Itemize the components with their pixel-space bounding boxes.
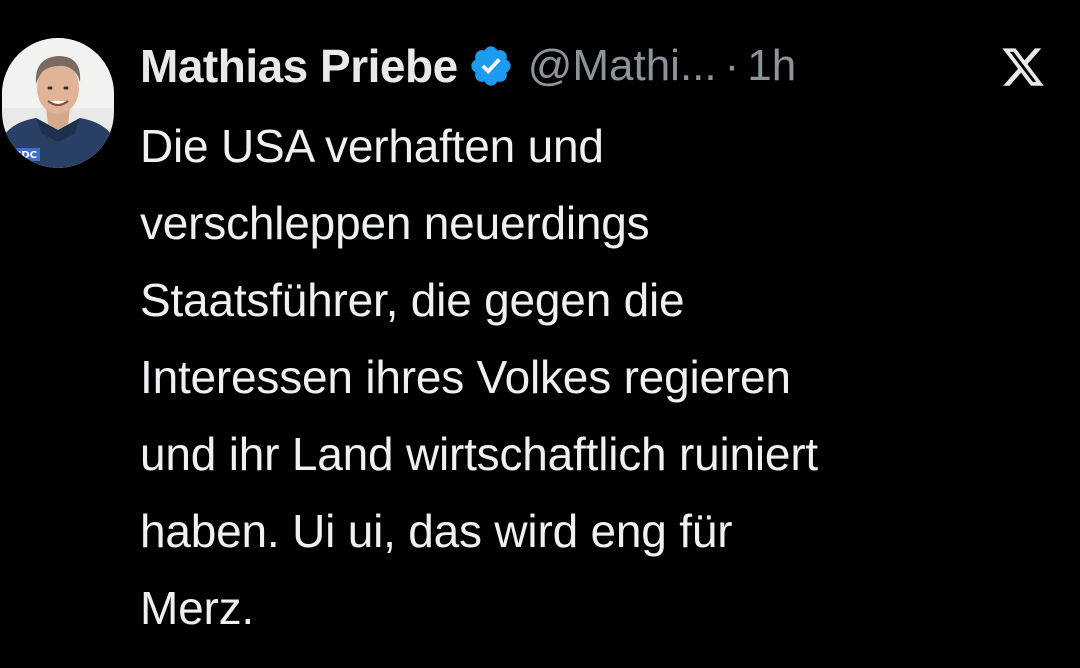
author-handle[interactable]: @Mathi... [528, 41, 717, 91]
tweet-text-line: haben. Ui ui, das wird eng für [140, 505, 733, 557]
tweet-text-line: Interessen ihres Volkes regieren [140, 351, 791, 403]
verified-badge-icon [468, 43, 514, 89]
tweet-text-line: Merz. [140, 582, 255, 634]
tweet-text-line: Die USA verhaften und [140, 120, 604, 172]
timestamp[interactable]: 1h [747, 41, 796, 91]
tweet-text-line: verschleppen neuerdings [140, 197, 650, 249]
tweet-text: Die USA verhaften und verschleppen neuer… [140, 108, 1075, 647]
tweet[interactable]: NDC Mathias Priebe @Mathi... · 1h Die US… [0, 0, 1080, 668]
tweet-header: Mathias Priebe @Mathi... · 1h [140, 34, 1070, 98]
avatar-shirt-text: NDC [13, 150, 37, 161]
x-logo-icon[interactable] [1000, 44, 1046, 90]
separator-dot: · [724, 41, 740, 90]
profile-photo-icon: NDC [2, 38, 114, 168]
tweet-text-line: Staatsführer, die gegen die [140, 274, 685, 326]
avatar[interactable]: NDC [2, 38, 114, 168]
tweet-text-line: und ihr Land wirtschaftlich ruiniert [140, 428, 819, 480]
author-display-name[interactable]: Mathias Priebe [140, 39, 458, 93]
